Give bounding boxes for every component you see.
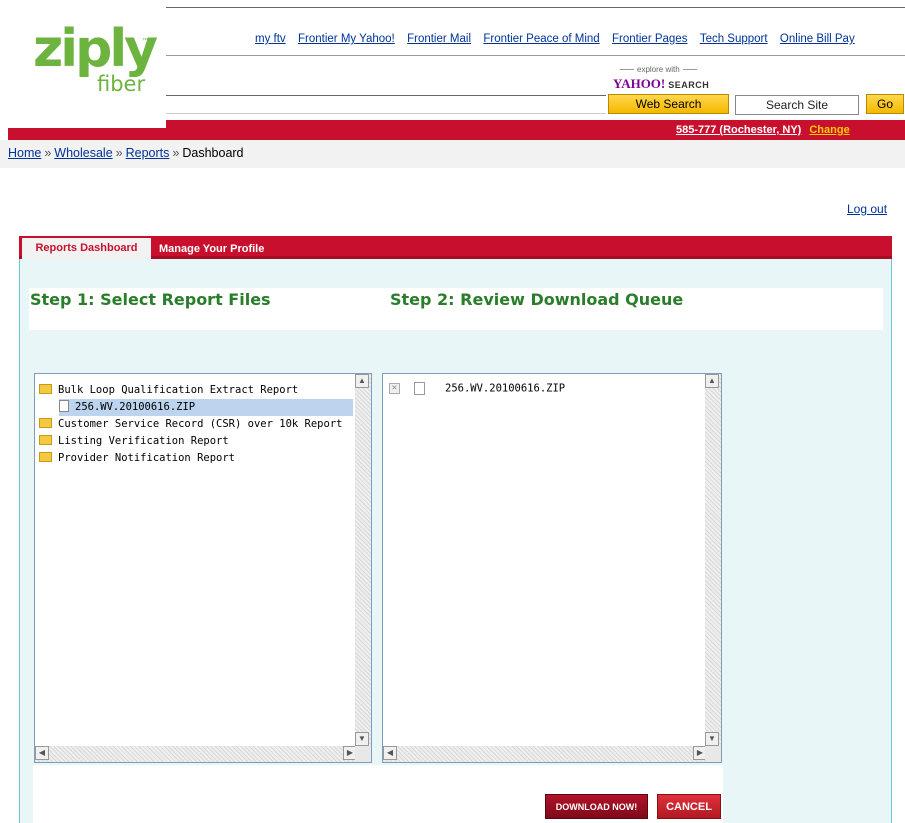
- tree-item-label: Bulk Loop Qualification Extract Report: [58, 384, 299, 396]
- horizontal-scrollbar[interactable]: ◀ ▶: [35, 746, 357, 762]
- report-files-tree[interactable]: Bulk Loop Qualification Extract Report 2…: [34, 373, 372, 763]
- scroll-up-arrow-icon[interactable]: ▲: [355, 374, 369, 388]
- nav-divider: [166, 55, 905, 56]
- nav-link-bill-pay[interactable]: Online Bill Pay: [780, 33, 855, 45]
- go-button[interactable]: Go: [866, 94, 904, 114]
- folder-open-icon: [39, 384, 52, 394]
- nav-link-tech-support[interactable]: Tech Support: [700, 33, 768, 45]
- tab-reports-dashboard[interactable]: Reports Dashboard: [22, 238, 151, 259]
- tree-folder-csr[interactable]: Customer Service Record (CSR) over 10k R…: [39, 416, 353, 433]
- scroll-corner: [355, 746, 371, 762]
- top-rule: [166, 7, 905, 8]
- nav-link-pages[interactable]: Frontier Pages: [612, 33, 687, 45]
- tree-list: Bulk Loop Qualification Extract Report 2…: [39, 382, 353, 467]
- nav-link-my-yahoo[interactable]: Frontier My Yahoo!: [298, 33, 395, 45]
- search-underline: [166, 95, 606, 96]
- file-icon: [414, 382, 425, 395]
- cancel-button[interactable]: CANCEL: [657, 794, 721, 819]
- breadcrumb-reports[interactable]: Reports: [126, 146, 170, 160]
- top-nav: my ftv Frontier My Yahoo! Frontier Mail …: [255, 31, 855, 45]
- logo-wordmark[interactable]: ziply: [33, 23, 158, 75]
- tree-item-label: Customer Service Record (CSR) over 10k R…: [58, 418, 343, 430]
- scroll-up-arrow-icon[interactable]: ▲: [705, 374, 719, 388]
- breadcrumb-wholesale[interactable]: Wholesale: [54, 146, 112, 160]
- tree-folder-provider[interactable]: Provider Notification Report: [39, 450, 353, 467]
- tree-file-selected[interactable]: 256.WV.20100616.ZIP: [59, 399, 353, 416]
- search-site-field[interactable]: Search Site: [735, 95, 859, 115]
- nav-link-peace-of-mind[interactable]: Frontier Peace of Mind: [483, 33, 599, 45]
- breadcrumb-home[interactable]: Home: [8, 146, 41, 160]
- queue-item[interactable]: ✕ 256.WV.20100616.ZIP: [389, 382, 565, 395]
- vertical-scrollbar[interactable]: ▲ ▼: [705, 374, 721, 746]
- yahoo-search-word: SEARCH: [668, 80, 710, 90]
- nav-link-my-ftv[interactable]: my ftv: [255, 33, 286, 45]
- vertical-scrollbar[interactable]: ▲ ▼: [355, 374, 371, 746]
- yahoo-brand: YAHOO!: [613, 76, 666, 91]
- red-bar-left: [8, 128, 166, 140]
- logo-subtitle: fiber: [97, 72, 146, 96]
- tree-folder-bulk-loop[interactable]: Bulk Loop Qualification Extract Report: [39, 382, 353, 399]
- change-location-link[interactable]: Change: [809, 124, 849, 136]
- yahoo-search-logo: YAHOO! SEARCH: [613, 76, 709, 92]
- breadcrumb-separator: »: [115, 146, 123, 160]
- remove-icon[interactable]: ✕: [389, 383, 400, 394]
- download-now-button[interactable]: DOWNLOAD NOW!: [545, 794, 648, 819]
- breadcrumb-separator: »: [44, 146, 52, 160]
- download-queue-list[interactable]: ✕ 256.WV.20100616.ZIP ▲ ▼ ◀ ▶: [382, 373, 722, 763]
- web-search-button[interactable]: Web Search: [608, 94, 729, 114]
- breadcrumb-current: Dashboard: [182, 146, 244, 160]
- location-info: 585-777 (Rochester, NY) Change: [676, 124, 850, 136]
- tree-item-label: Listing Verification Report: [58, 435, 229, 447]
- logo-trademark: ™: [142, 38, 148, 44]
- breadcrumb-separator: »: [172, 146, 180, 160]
- location-link[interactable]: 585-777 (Rochester, NY): [676, 124, 801, 136]
- queue-item-label: 256.WV.20100616.ZIP: [445, 382, 566, 395]
- breadcrumb: Home» Wholesale» Reports» Dashboard: [8, 146, 244, 160]
- step2-heading: Step 2: Review Download Queue: [390, 290, 684, 309]
- tree-item-label: 256.WV.20100616.ZIP: [75, 401, 196, 413]
- tree-folder-listing[interactable]: Listing Verification Report: [39, 433, 353, 450]
- scroll-down-arrow-icon[interactable]: ▼: [705, 732, 719, 746]
- tree-item-label: Provider Notification Report: [58, 452, 236, 464]
- step1-heading: Step 1: Select Report Files: [30, 290, 271, 309]
- scroll-corner: [705, 746, 721, 762]
- tab-manage-profile[interactable]: Manage Your Profile: [159, 239, 264, 259]
- folder-icon: [39, 452, 52, 462]
- scroll-left-arrow-icon[interactable]: ◀: [35, 746, 49, 760]
- zip-file-icon: [59, 400, 69, 412]
- folder-icon: [39, 418, 52, 428]
- nav-link-mail[interactable]: Frontier Mail: [407, 33, 471, 45]
- folder-icon: [39, 435, 52, 445]
- explore-with-label: explore with: [617, 65, 700, 74]
- search-input[interactable]: [166, 96, 606, 114]
- horizontal-scrollbar[interactable]: ◀ ▶: [383, 746, 707, 762]
- logout-link[interactable]: Log out: [847, 202, 887, 216]
- scroll-down-arrow-icon[interactable]: ▼: [355, 732, 369, 746]
- scroll-left-arrow-icon[interactable]: ◀: [383, 746, 397, 760]
